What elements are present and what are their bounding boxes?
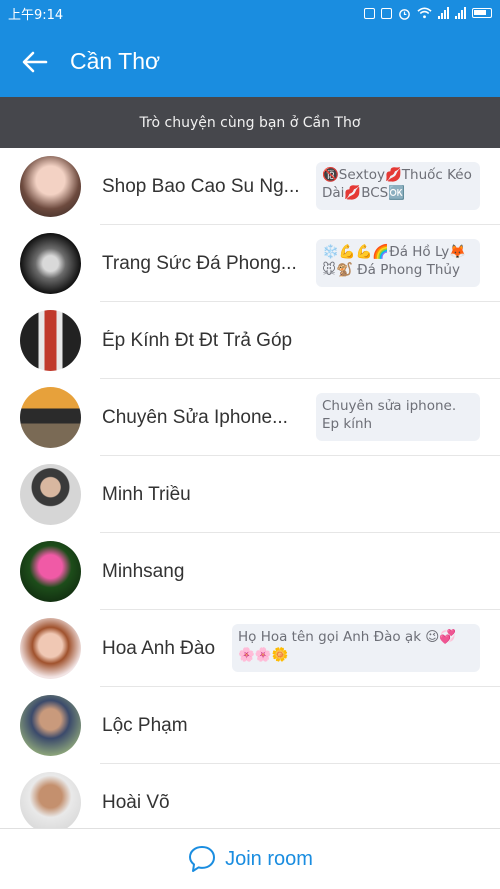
avatar <box>20 618 81 679</box>
alarm-icon <box>399 8 410 20</box>
list-item[interactable]: Chuyên Sửa Iphone... Chuyên sửa iphone. … <box>0 379 500 456</box>
avatar <box>20 695 81 756</box>
contact-name: Chuyên Sửa Iphone... <box>102 406 288 428</box>
notification-icon <box>364 7 375 19</box>
contact-name: Hoa Anh Đào <box>102 637 216 659</box>
battery-icon <box>472 8 492 18</box>
contact-name: Ép Kính Đt Đt Trả Góp <box>102 329 293 351</box>
contact-name: Minhsang <box>102 560 185 582</box>
app-bar: Cần Thơ <box>0 26 500 97</box>
arrow-left-icon <box>22 51 48 72</box>
page-title: Cần Thơ <box>70 48 161 74</box>
room-banner: Trò chuyện cùng bạn ở Cần Thơ <box>0 97 500 148</box>
message-bubble: Chuyên sửa iphone. Ep kính <box>316 393 480 441</box>
list-item[interactable]: Hoài Võ <box>0 764 500 828</box>
avatar <box>20 156 81 217</box>
contact-name: Minh Triều <box>102 483 191 505</box>
back-button[interactable] <box>0 26 70 97</box>
list-item[interactable]: Shop Bao Cao Su Ng... 🔞Sextoy💋Thuốc Kéo … <box>0 148 500 225</box>
message-bubble: ❄️💪💪🌈Đá Hồ Ly🦊 🐭🐒 Đá Phong Thủy <box>316 239 480 287</box>
contact-name: Trang Sức Đá Phong... <box>102 252 297 274</box>
footer-bar: Join room <box>0 828 500 889</box>
join-room-button[interactable]: Join room <box>187 844 313 874</box>
list-item[interactable]: Ép Kính Đt Đt Trả Góp <box>0 302 500 379</box>
chat-bubble-icon <box>189 846 216 872</box>
banner-text: Trò chuyện cùng bạn ở Cần Thơ <box>139 114 361 131</box>
join-room-label: Join room <box>225 847 313 870</box>
contact-name: Shop Bao Cao Su Ng... <box>102 175 300 197</box>
status-time: 上午9:14 <box>8 7 64 23</box>
vibrate-icon <box>381 7 392 19</box>
signal-2-icon <box>455 7 466 19</box>
list-item[interactable]: Trang Sức Đá Phong... ❄️💪💪🌈Đá Hồ Ly🦊 🐭🐒 … <box>0 225 500 302</box>
contact-list[interactable]: Shop Bao Cao Su Ng... 🔞Sextoy💋Thuốc Kéo … <box>0 148 500 828</box>
list-item[interactable]: Minh Triều <box>0 456 500 533</box>
status-bar: 上午9:14 <box>0 0 500 26</box>
list-item[interactable]: Minhsang <box>0 533 500 610</box>
avatar <box>20 464 81 525</box>
avatar <box>20 233 81 294</box>
signal-icon <box>438 7 449 19</box>
wifi-icon <box>417 7 432 19</box>
avatar <box>20 772 81 828</box>
message-bubble: 🔞Sextoy💋Thuốc Kéo Dài💋BCS🆗 <box>316 162 480 210</box>
status-icons <box>364 7 492 20</box>
list-item[interactable]: Hoa Anh Đào Họ Hoa tên gọi Anh Đào ạk 😉💞… <box>0 610 500 687</box>
avatar <box>20 310 81 371</box>
avatar <box>20 387 81 448</box>
contact-name: Lộc Phạm <box>102 714 188 736</box>
contact-name: Hoài Võ <box>102 791 170 813</box>
message-bubble: Họ Hoa tên gọi Anh Đào ạk 😉💞 🌸🌸🌼 <box>232 624 480 672</box>
avatar <box>20 541 81 602</box>
list-item[interactable]: Lộc Phạm <box>0 687 500 764</box>
